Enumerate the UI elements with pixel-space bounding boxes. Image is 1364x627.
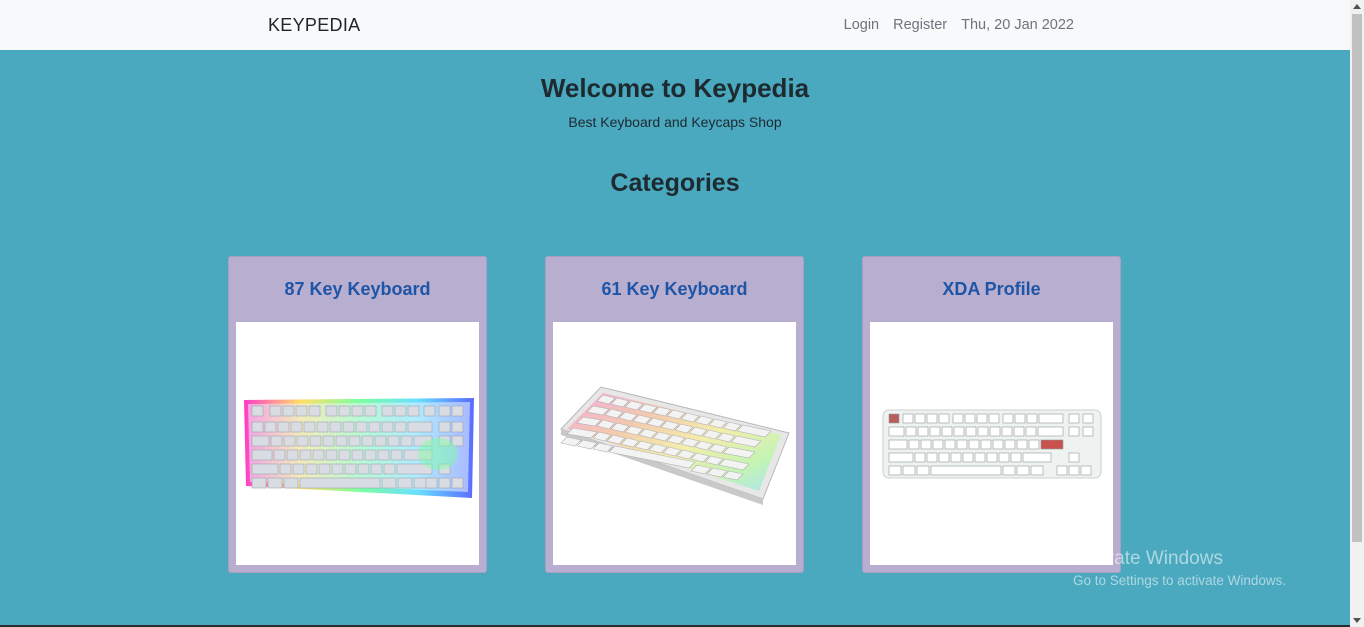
activate-windows-watermark: Activate Windows Go to Settings to activ… [1073,548,1286,588]
navbar: KEYPEDIA Login Register Thu, 20 Jan 2022 [0,0,1350,50]
watermark-line1: Activate Windows [1073,548,1223,569]
xda-keycaps-keyboard-icon [882,409,1101,478]
category-title-87-key[interactable]: 87 Key Keyboard [229,279,486,300]
register-link[interactable]: Register [893,17,947,33]
scrollbar-thumb[interactable] [1352,14,1362,542]
hero: Welcome to Keypedia Best Keyboard and Ke… [0,73,1350,130]
page-subtitle: Best Keyboard and Keycaps Shop [568,114,782,130]
category-image-xda-profile[interactable] [870,322,1113,565]
category-title-61-key[interactable]: 61 Key Keyboard [546,279,803,300]
current-date: Thu, 20 Jan 2022 [961,17,1074,33]
nav-right: Login Register Thu, 20 Jan 2022 [844,17,1074,33]
watermark-line2: Go to Settings to activate Windows. [1073,573,1287,588]
category-card-87-key[interactable]: 87 Key Keyboard [228,256,487,573]
category-image-61-key[interactable] [553,322,796,565]
category-image-87-key[interactable] [236,322,479,565]
vertical-scrollbar[interactable] [1350,0,1364,627]
category-title-xda-profile[interactable]: XDA Profile [863,279,1120,300]
scroll-down-icon[interactable] [1353,618,1361,623]
rgb-60-percent-keyboard-icon [559,385,790,505]
brand-link[interactable]: KEYPEDIA [268,15,360,36]
rgb-tkl-keyboard-icon [243,397,474,498]
scroll-up-icon[interactable] [1353,4,1361,9]
categories-heading: Categories [610,169,740,197]
category-card-61-key[interactable]: 61 Key Keyboard [545,256,804,573]
login-link[interactable]: Login [844,17,879,33]
category-card-xda-profile[interactable]: XDA Profile [862,256,1121,573]
page-title: Welcome to Keypedia [540,73,810,103]
